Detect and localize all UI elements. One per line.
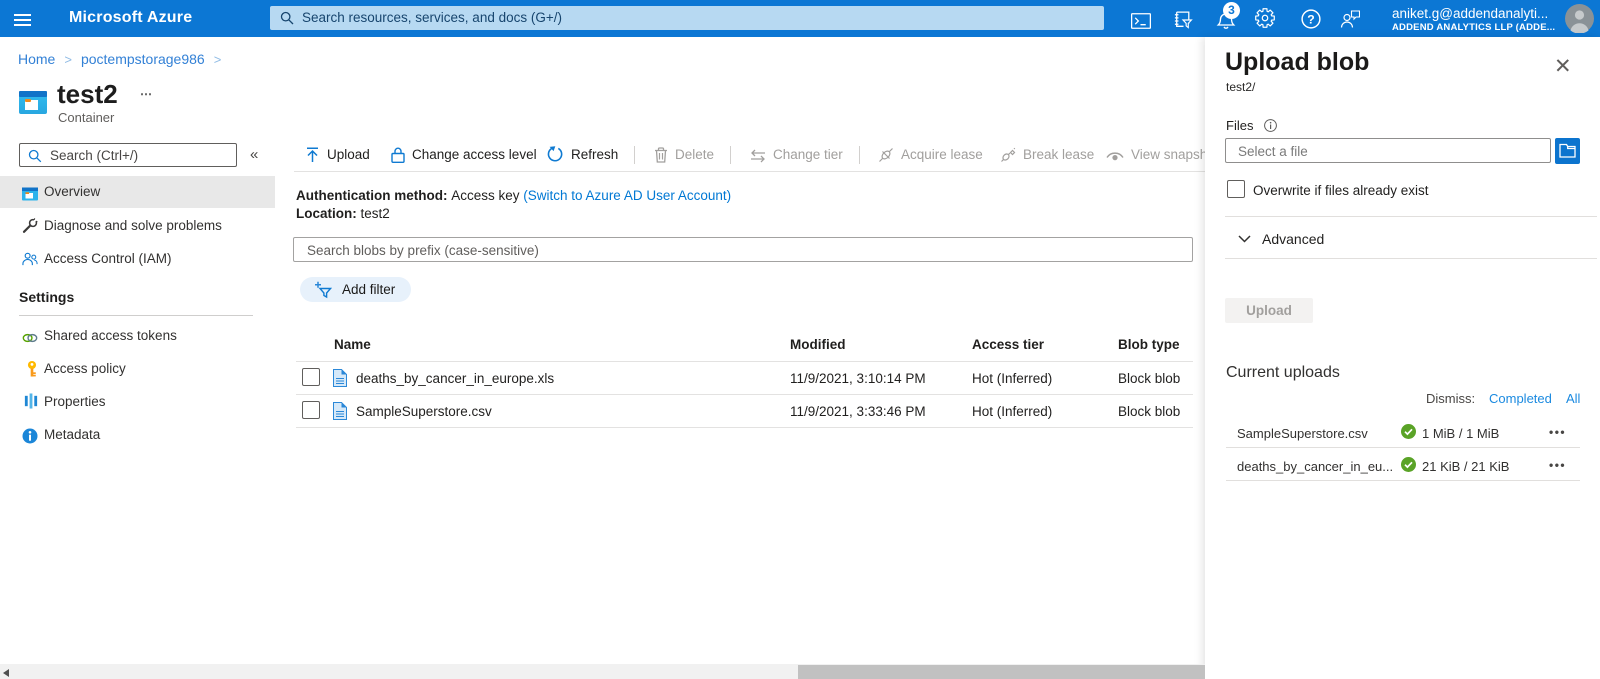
svg-text:?: ? [1307,12,1314,26]
